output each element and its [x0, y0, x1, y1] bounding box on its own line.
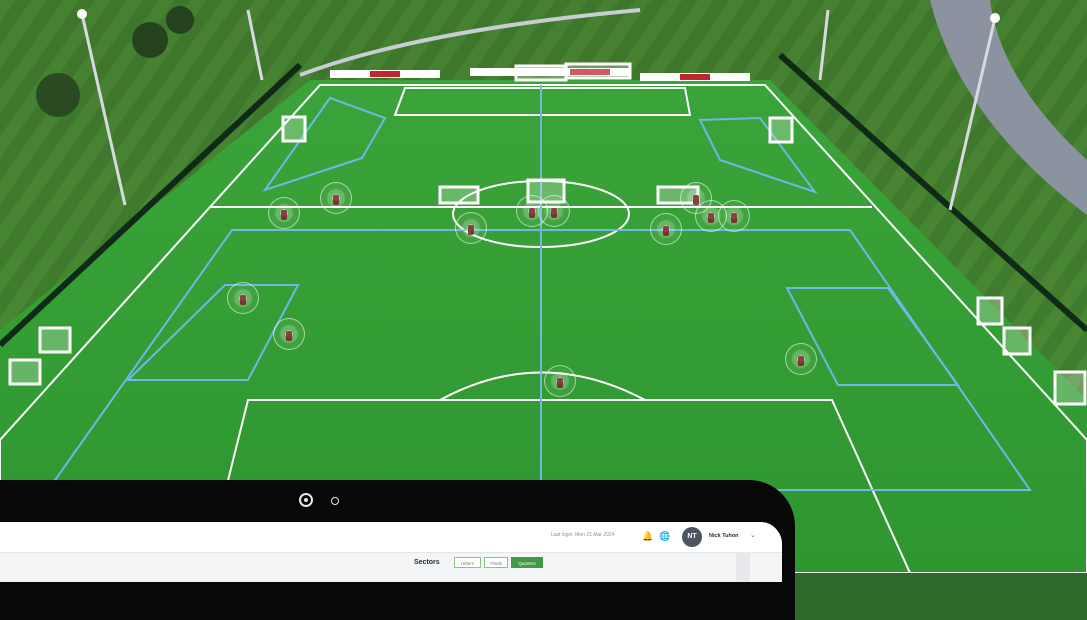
sectors-title: Sectors: [414, 559, 440, 566]
chevron-down-icon[interactable]: ⌄: [750, 531, 756, 539]
player-marker: [785, 343, 817, 375]
bell-icon[interactable]: 🔔: [642, 531, 653, 541]
player-marker: [320, 182, 352, 214]
player-marker: [455, 212, 487, 244]
last-login-text: Last login: Mon 21 Mar 2024: [551, 532, 615, 538]
player-marker: [544, 365, 576, 397]
sector-option-quarters[interactable]: Quarters: [511, 557, 543, 568]
carousel-dot-active[interactable]: [299, 493, 313, 507]
player-marker: [718, 200, 750, 232]
player-marker: [650, 213, 682, 245]
app-screen: Last login: Mon 21 Mar 2024 🔔 🌐 NT Nick …: [0, 522, 782, 582]
top-bar: Last login: Mon 21 Mar 2024 🔔 🌐 NT Nick …: [0, 522, 782, 553]
player-marker: [538, 195, 570, 227]
sector-option-thirds[interactable]: Thirds: [484, 557, 508, 568]
user-name[interactable]: Nick Tuhon: [709, 533, 739, 539]
scrollbar[interactable]: [736, 552, 750, 582]
avatar[interactable]: NT: [682, 527, 702, 547]
player-marker: [273, 318, 305, 350]
player-marker: [227, 282, 259, 314]
carousel-dot[interactable]: [331, 497, 339, 505]
globe-icon[interactable]: 🌐: [659, 531, 670, 541]
player-marker: [268, 197, 300, 229]
sector-option-hitters[interactable]: Hitters: [454, 557, 481, 568]
